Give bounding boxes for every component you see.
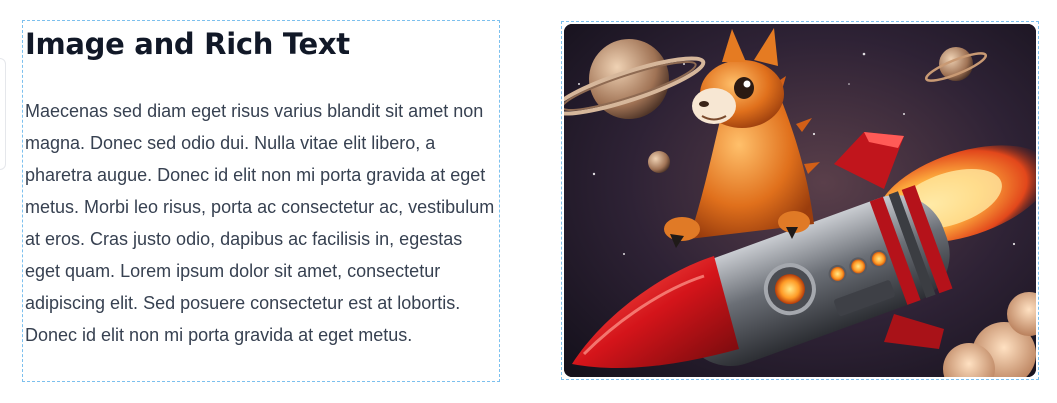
drag-handle[interactable] xyxy=(0,58,6,170)
image-block[interactable] xyxy=(561,21,1039,380)
section-heading: Image and Rich Text xyxy=(25,27,350,61)
rich-text-body: Maecenas sed diam eget risus varius blan… xyxy=(25,101,495,345)
rich-text-block[interactable]: Image and Rich Text Maecenas sed diam eg… xyxy=(22,20,500,382)
llama-rocket-illustration-icon xyxy=(564,24,1036,377)
llama-rocket-image xyxy=(564,24,1036,377)
